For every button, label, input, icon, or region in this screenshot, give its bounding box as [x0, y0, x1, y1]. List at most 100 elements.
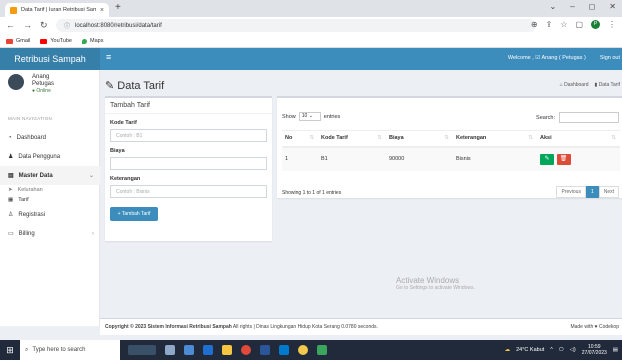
sidebar-item-data-pengguna[interactable]: ♟ Data Pengguna: [0, 147, 100, 166]
next-button[interactable]: Next: [598, 186, 619, 198]
info-icon[interactable]: ⓘ: [64, 21, 70, 30]
bookmark-maps[interactable]: Maps: [82, 38, 103, 44]
edit-button[interactable]: ✎: [540, 153, 554, 165]
col-no[interactable]: No ⇅: [282, 130, 318, 148]
entries-label: entries: [323, 113, 341, 120]
dashboard-icon: ◔: [8, 134, 12, 141]
bookmark-label: Gmail: [16, 38, 31, 44]
breadcrumb-label: Dashboard: [564, 82, 589, 88]
add-tarif-button[interactable]: + Tambah Tarif: [110, 207, 158, 221]
forward-icon[interactable]: →: [23, 20, 32, 31]
vscode-icon[interactable]: [279, 345, 289, 355]
col-keterangan[interactable]: Keterangan ⇅: [453, 130, 537, 148]
app-logo[interactable]: Retribusi Sampah: [0, 48, 100, 70]
url-field[interactable]: ⓘ localhost:8080/retribusi/data/tarif: [56, 19, 536, 32]
search-input[interactable]: [559, 112, 619, 123]
breadcrumb-dashboard[interactable]: ⌂ Dashboard: [560, 82, 589, 88]
store-icon[interactable]: [203, 345, 213, 355]
main-content: ✎ Data Tarif ⌂ Dashboard ▮ Data Tarif Ta…: [100, 70, 622, 326]
table-search: Search:: [536, 112, 619, 123]
signout-link[interactable]: Sign out: [600, 55, 620, 61]
sort-icon: ⇅: [611, 135, 616, 142]
delete-button[interactable]: 🗑: [556, 153, 571, 165]
welcome-text[interactable]: Welcome , ☑ Anang ( Petugas ): [508, 55, 586, 61]
table-row: 1 B1 90000 Bisnis ✎ 🗑: [282, 146, 620, 171]
cell-kode: B1: [318, 146, 386, 171]
bookmark-gmail[interactable]: Gmail: [6, 38, 30, 44]
windows-start-icon[interactable]: ⊞: [0, 340, 20, 360]
sidebar-item-registrasi[interactable]: ♙ Registrasi: [0, 205, 100, 224]
reload-icon[interactable]: ↻: [40, 20, 48, 31]
sidebar-subitem-tarif[interactable]: ▦ Tarif: [0, 195, 100, 205]
sidebar-subitem-kelurahan[interactable]: ➤ Kelurahan: [0, 185, 100, 195]
back-icon[interactable]: ←: [6, 20, 15, 31]
file-explorer-icon[interactable]: [222, 345, 232, 355]
table-info: Showing 1 to 1 of 1 entries: [282, 190, 342, 196]
close-window-icon[interactable]: ✕: [609, 2, 616, 11]
task-view-icon[interactable]: [165, 345, 175, 355]
col-label: Keterangan: [456, 135, 487, 142]
user-status: ● Online: [32, 88, 51, 94]
chrome-icon[interactable]: [241, 345, 251, 355]
minimize-icon[interactable]: –: [570, 2, 574, 11]
zoom-icon[interactable]: ⊕: [531, 20, 538, 29]
app-icon[interactable]: [298, 345, 308, 355]
search-label: Search:: [536, 114, 555, 121]
sidebar-item-dashboard[interactable]: ◔ Dashboard: [0, 128, 100, 147]
keterangan-input[interactable]: Contoh : Bisnis: [110, 185, 267, 198]
user-plus-icon: ♙: [8, 212, 14, 218]
book-icon: ▤: [8, 173, 14, 179]
gmail-icon: [6, 38, 13, 44]
biaya-input[interactable]: [110, 157, 267, 170]
notifications-icon[interactable]: ▤: [613, 347, 618, 353]
word-icon[interactable]: [260, 345, 270, 355]
user-icon: ♟: [8, 154, 14, 160]
browser-tab[interactable]: Data Tarif | Iuran Retribusi Samp... ×: [5, 3, 109, 17]
sidepanel-icon[interactable]: ▢: [575, 20, 583, 29]
prev-button[interactable]: Previous: [556, 186, 586, 198]
page-1-button[interactable]: 1: [585, 186, 599, 198]
bookmark-label: YouTube: [50, 38, 72, 44]
system-tray: ☁ 24°C Kabut ^ ⎔ ◁) 10:59 27/07/2023 ▤: [505, 344, 622, 356]
sidebar-subitem-label: Kelurahan: [17, 187, 43, 193]
widgets-icon[interactable]: [184, 345, 194, 355]
taskbar-image-icon[interactable]: [128, 345, 156, 355]
youtube-icon: [40, 38, 48, 44]
sort-icon: ⇅: [377, 135, 382, 142]
taskbar-search-text: Type here to search: [32, 347, 86, 353]
user-info: Anang Petugas ● Online: [32, 74, 54, 94]
kode-group: Kode Tarif Contoh : B1: [105, 120, 272, 142]
browser-tabstrip: Data Tarif | Iuran Retribusi Samp... × +…: [0, 0, 622, 17]
col-aksi[interactable]: Aksi ⇅: [537, 130, 620, 148]
sidebar-item-master-data[interactable]: ▤ Master Data ⌄: [0, 166, 100, 185]
sidebar-item-label: Registrasi: [18, 211, 46, 218]
volume-icon[interactable]: ◁): [570, 347, 576, 353]
profile-avatar-icon[interactable]: P: [591, 20, 600, 29]
maximize-icon[interactable]: ◻: [589, 2, 596, 11]
menu-dots-icon[interactable]: ⋮: [608, 20, 616, 29]
star-icon[interactable]: ☆: [560, 20, 567, 29]
col-label: Biaya: [389, 135, 404, 142]
tarif-table-box: Show 10 ⌄ entries Search: No ⇅ Kode Tarif…: [277, 96, 622, 198]
new-tab-icon[interactable]: +: [115, 2, 121, 13]
chevron-down-icon[interactable]: ⌄: [550, 2, 557, 11]
app2-icon[interactable]: [317, 345, 327, 355]
network-icon[interactable]: ⎔: [559, 347, 564, 353]
weather-text[interactable]: 24°C Kabut: [516, 347, 544, 353]
taskbar-search[interactable]: ⌕ Type here to search: [20, 340, 120, 360]
kode-tarif-input[interactable]: Contoh : B1: [110, 129, 267, 142]
bookmark-youtube[interactable]: YouTube: [40, 38, 72, 44]
col-kode[interactable]: Kode Tarif ⇅: [318, 130, 386, 148]
entries-value: 10: [301, 113, 308, 119]
entries-select[interactable]: 10 ⌄: [298, 112, 321, 121]
sidebar-item-billing[interactable]: ▭ Billing ‹: [0, 224, 100, 243]
browser-actions: ⊕ ⇪ ☆ ▢ P ⋮: [531, 20, 616, 29]
clock[interactable]: 10:59 27/07/2023: [582, 344, 607, 356]
hamburger-icon[interactable]: ≡: [106, 52, 111, 62]
footer: Copyright © 2023 Sistem Informasi Retrib…: [100, 318, 622, 335]
col-biaya[interactable]: Biaya ⇅: [386, 130, 453, 148]
tray-chevron-icon[interactable]: ^: [550, 347, 553, 353]
close-tab-icon[interactable]: ×: [100, 7, 104, 14]
share-icon[interactable]: ⇪: [546, 20, 553, 29]
browser-nav: ← → ↻: [6, 20, 48, 31]
